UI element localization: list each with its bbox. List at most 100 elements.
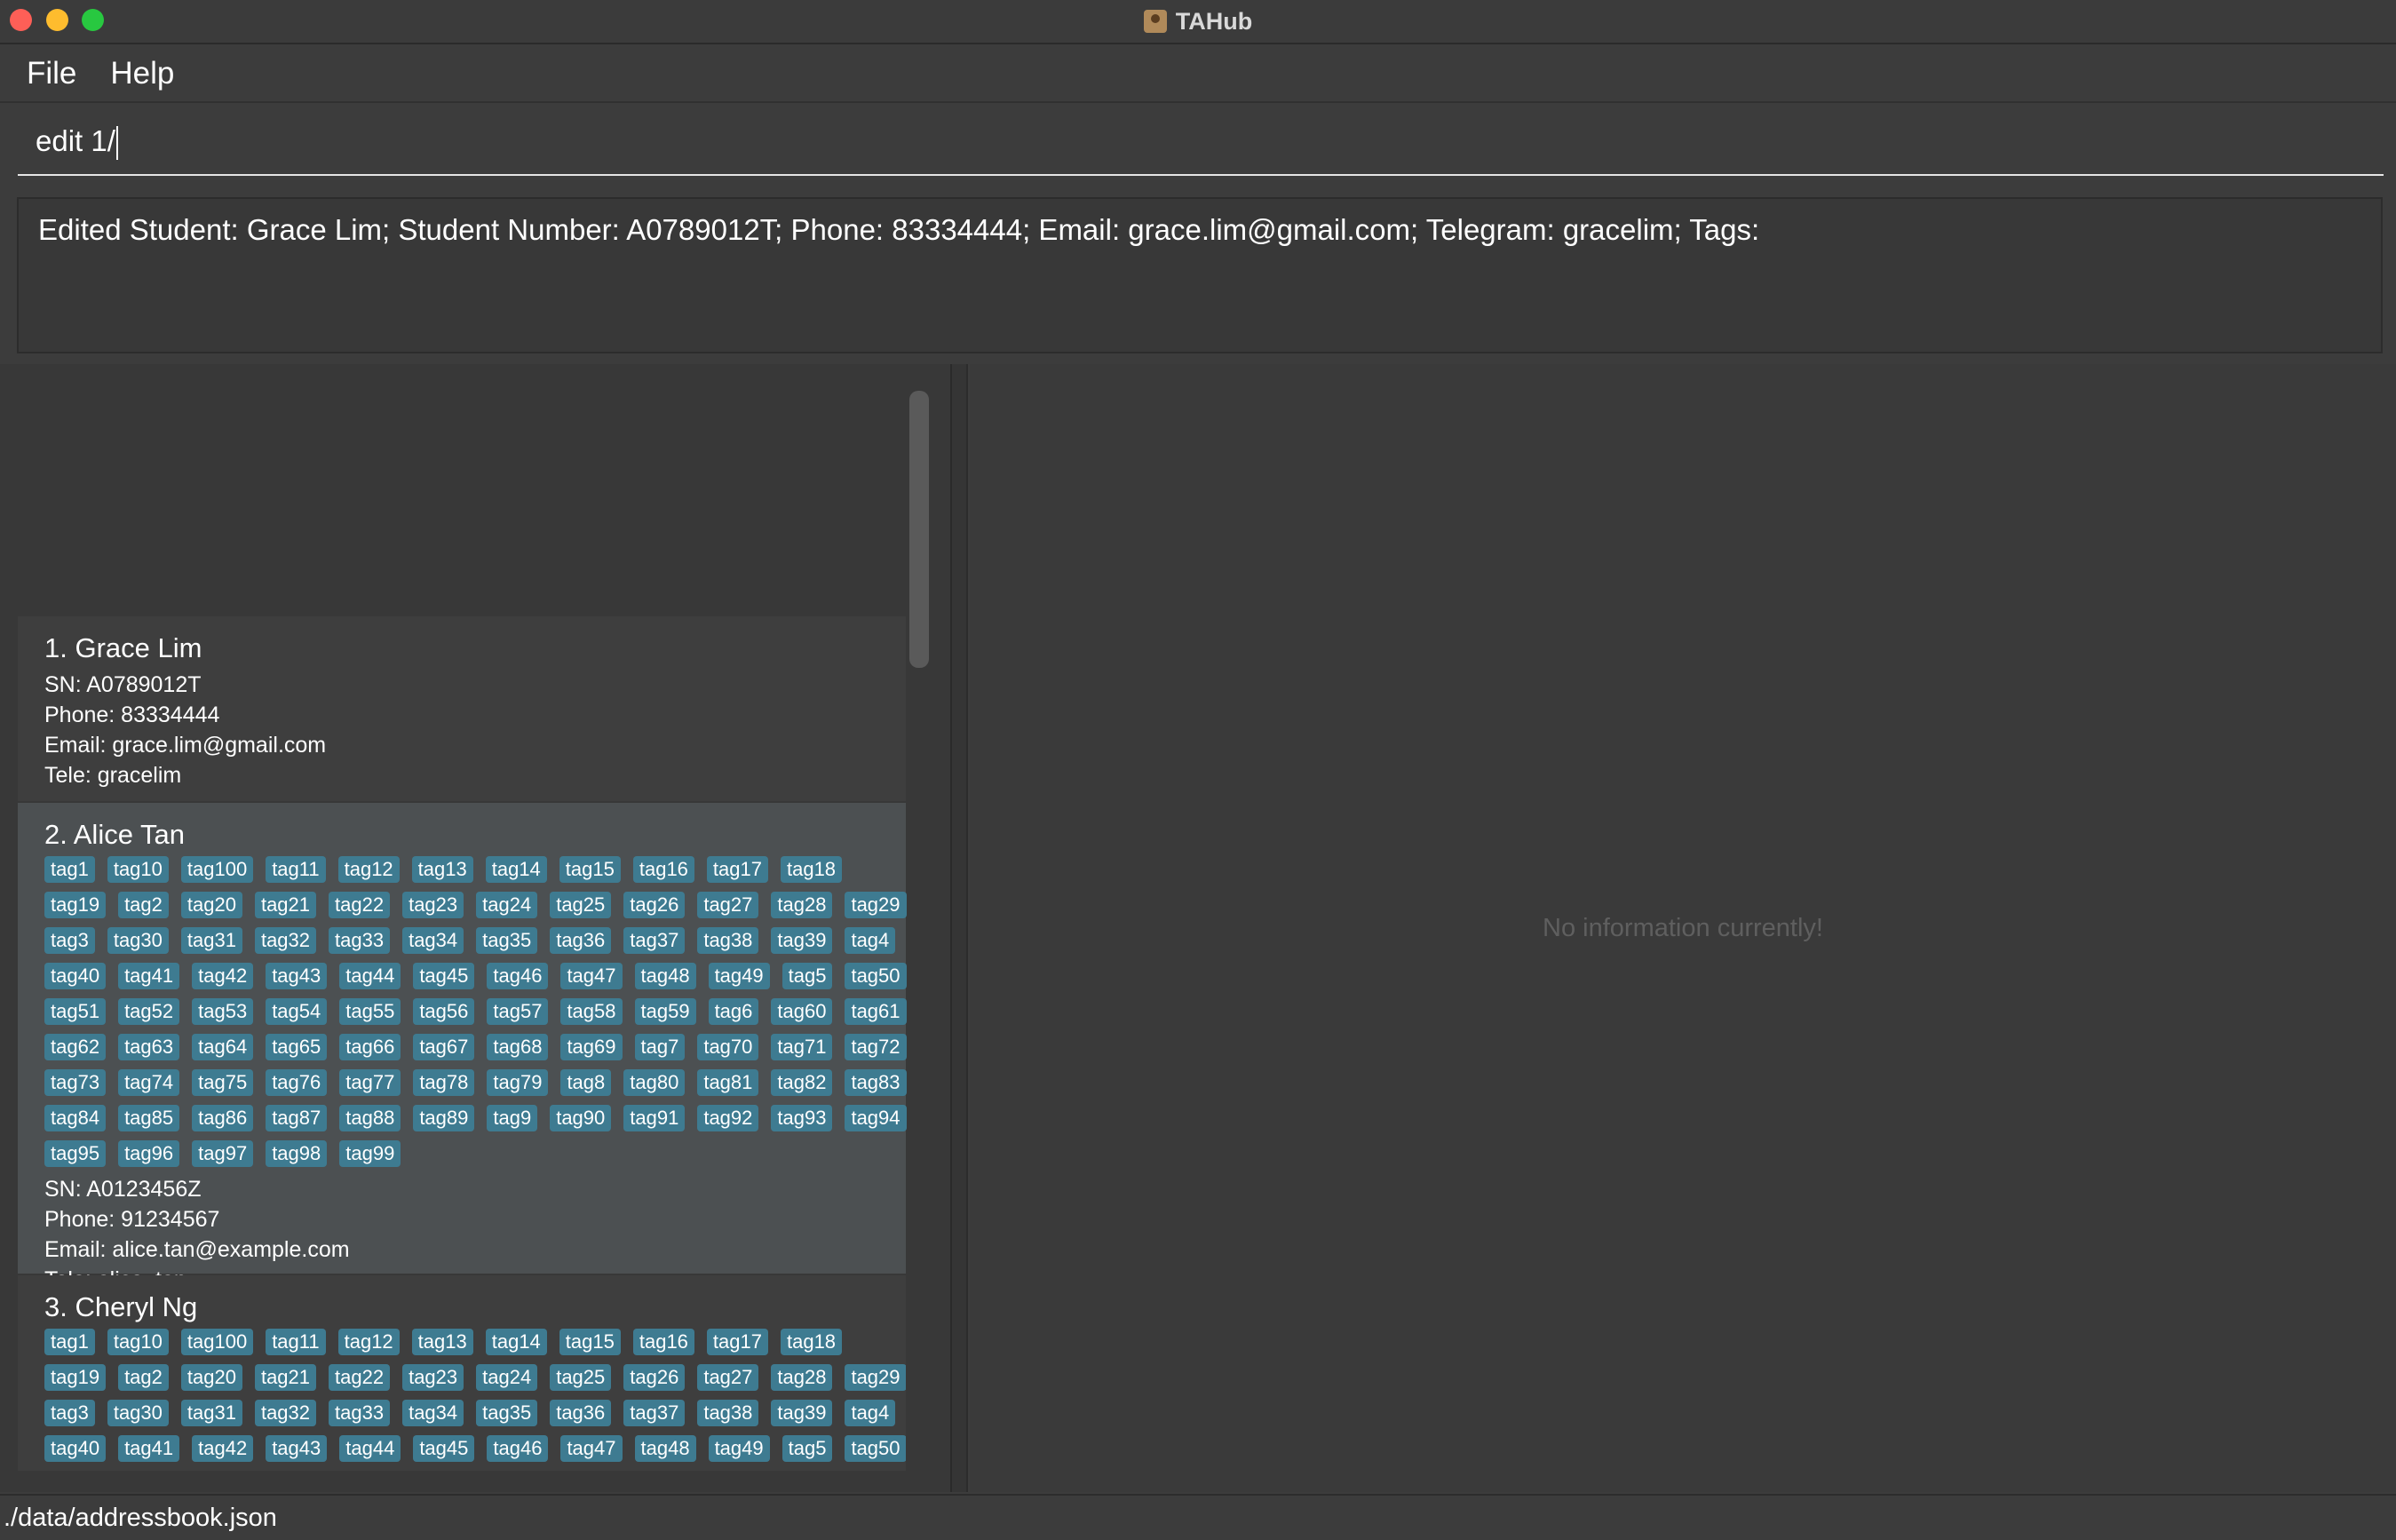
tag-list: tag1 tag10 tag100 tag11 tag12 tag13 tag14 tag15…	[44, 1329, 906, 1471]
tag-chip: tag93	[771, 1105, 833, 1131]
tag-chip: tag81	[697, 1069, 759, 1096]
command-input-value: edit 1/	[36, 124, 115, 157]
tag-chip: tag2	[118, 892, 169, 918]
tag-chip: tag75	[192, 1069, 254, 1096]
tag-chip: tag16	[632, 1329, 694, 1355]
tag-chip: tag10	[107, 856, 169, 883]
tag-chip: tag50	[845, 1435, 906, 1462]
tag-chip: tag39	[771, 927, 833, 954]
tag-chip: tag20	[180, 892, 242, 918]
student-email: Email: grace.lim@gmail.com	[44, 733, 327, 758]
student-name: 3. Cheryl Ng	[44, 1291, 198, 1322]
tag-chip: tag67	[413, 1034, 475, 1060]
empty-detail-text: No information currently!	[1543, 913, 1823, 942]
command-text-wrap: edit 1/	[36, 124, 118, 161]
tag-chip: tag35	[476, 927, 538, 954]
zoom-window-button[interactable]	[82, 9, 104, 31]
tag-chip: tag45	[413, 1435, 475, 1462]
tag-chip: tag13	[411, 856, 473, 883]
tag-chip: tag35	[476, 1400, 538, 1426]
tag-chip: tag64	[192, 1034, 254, 1060]
student-number: SN: A0123456Z	[44, 1177, 202, 1202]
tag-chip: tag48	[634, 1435, 696, 1462]
tag-chip: tag41	[118, 963, 180, 989]
tag-chip: tag62	[44, 1034, 107, 1060]
tag-chip: tag66	[339, 1034, 401, 1060]
result-display[interactable]: Edited Student: Grace Lim; Student Numbe…	[17, 197, 2383, 353]
menu-help[interactable]: Help	[110, 56, 174, 91]
minimize-window-button[interactable]	[46, 9, 68, 31]
tag-chip: tag95	[44, 1140, 107, 1167]
tag-chip: tag34	[402, 927, 464, 954]
result-text: Edited Student: Grace Lim; Student Numbe…	[38, 213, 1760, 246]
tag-chip: tag41	[118, 1435, 180, 1462]
tag-chip: tag13	[411, 1329, 473, 1355]
tag-chip: tag33	[329, 927, 391, 954]
tag-chip: tag9	[487, 1105, 538, 1131]
tag-chip: tag73	[44, 1069, 107, 1096]
tag-chip: tag6	[708, 998, 759, 1025]
save-location: ./data/addressbook.json	[4, 1504, 277, 1532]
student-card-3[interactable]: 3. Cheryl Ng tag1 tag10 tag100 tag11 tag12 ta…	[18, 1275, 906, 1471]
tag-chip: tag17	[706, 856, 768, 883]
student-name: 1. Grace Lim	[44, 632, 202, 663]
student-telegram: Tele: gracelim	[44, 763, 182, 788]
student-name: 2. Alice Tan	[44, 819, 185, 850]
menu-file[interactable]: File	[27, 56, 76, 91]
list-scrollbar[interactable]	[909, 391, 929, 668]
tag-chip: tag50	[845, 963, 907, 989]
tag-chip: tag31	[180, 927, 242, 954]
student-phone: Phone: 91234567	[44, 1207, 220, 1232]
tag-chip: tag25	[550, 892, 612, 918]
detail-panel: No information currently!	[970, 364, 2396, 1492]
tag-chip: tag77	[339, 1069, 401, 1096]
tag-chip: tag58	[560, 998, 623, 1025]
split-pane-divider[interactable]	[952, 364, 968, 1492]
tag-chip: tag37	[623, 1400, 686, 1426]
tag-chip: tag94	[845, 1105, 907, 1131]
tag-chip: tag1	[44, 1329, 95, 1355]
tag-chip: tag4	[845, 927, 896, 954]
tag-chip: tag3	[44, 1400, 95, 1426]
student-email: Email: alice.tan@example.com	[44, 1237, 350, 1262]
tag-chip: tag2	[118, 1364, 169, 1391]
tag-chip: tag34	[402, 1400, 464, 1426]
tag-chip: tag87	[266, 1105, 328, 1131]
app-window: TAHub File Help edit 1/ Edited Student: …	[0, 0, 2396, 1540]
tag-chip: tag42	[192, 963, 254, 989]
tag-chip: tag85	[118, 1105, 180, 1131]
tag-chip: tag12	[337, 856, 400, 883]
tag-chip: tag78	[413, 1069, 475, 1096]
tag-chip: tag26	[623, 1364, 686, 1391]
tag-chip: tag11	[266, 856, 326, 883]
app-icon	[1143, 10, 1167, 33]
tag-chip: tag40	[44, 1435, 107, 1462]
tag-list: tag1 tag10 tag100 tag11 tag12 tag13 tag14 tag15…	[44, 856, 915, 1167]
close-window-button[interactable]	[10, 9, 32, 31]
tag-chip: tag65	[266, 1034, 328, 1060]
tag-chip: tag24	[476, 892, 538, 918]
tag-chip: tag19	[44, 1364, 107, 1391]
tag-chip: tag44	[339, 963, 401, 989]
tag-chip: tag46	[487, 963, 549, 989]
tag-chip: tag43	[266, 963, 328, 989]
tag-chip: tag56	[413, 998, 475, 1025]
tag-chip: tag27	[697, 1364, 759, 1391]
tag-chip: tag21	[254, 892, 317, 918]
tag-chip: tag59	[634, 998, 696, 1025]
tag-chip: tag29	[845, 892, 907, 918]
student-number: SN: A0789012T	[44, 672, 202, 697]
student-card-2[interactable]: 2. Alice Tan tag1 tag10 tag100 tag11 tag12 ta…	[18, 803, 907, 1292]
tag-chip: tag20	[180, 1364, 242, 1391]
command-input[interactable]	[18, 114, 2384, 176]
tag-chip: tag57	[487, 998, 549, 1025]
text-caret	[115, 126, 118, 161]
student-card-1[interactable]: 1. Grace Lim SN: A0789012T Phone: 833344…	[18, 616, 906, 801]
tag-chip: tag89	[413, 1105, 475, 1131]
tag-chip: tag60	[771, 998, 833, 1025]
tag-chip: tag84	[44, 1105, 107, 1131]
tag-chip: tag63	[118, 1034, 180, 1060]
tag-chip: tag36	[550, 1400, 612, 1426]
tag-chip: tag12	[337, 1329, 400, 1355]
tag-chip: tag74	[118, 1069, 180, 1096]
